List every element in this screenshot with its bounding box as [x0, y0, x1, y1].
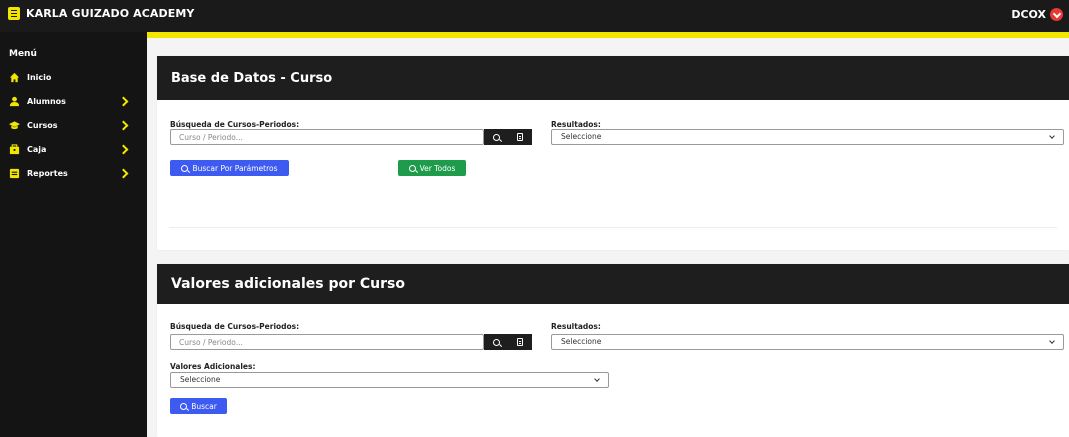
- user-name: DCOX: [1011, 8, 1046, 21]
- brand-name: KARLA GUIZADO ACADEMY: [26, 7, 195, 20]
- additional-values-select[interactable]: Seleccione: [170, 372, 609, 388]
- search-icon: [408, 164, 416, 172]
- brand[interactable]: KARLA GUIZADO ACADEMY: [8, 7, 194, 20]
- button-label: Ver Todos: [419, 163, 456, 173]
- search-button[interactable]: [484, 129, 508, 145]
- export-button[interactable]: [508, 129, 532, 145]
- user-icon: [9, 96, 20, 106]
- search-group: [170, 129, 532, 145]
- user-menu[interactable]: DCOX: [1011, 8, 1063, 21]
- sidebar-item-label: Reportes: [27, 168, 68, 178]
- cash-box-icon: [9, 143, 20, 154]
- sidebar: Menú Inicio Alumnos Cursos Caja Reportes: [0, 32, 147, 437]
- search-icon: [180, 402, 188, 410]
- chevron-right-icon: [118, 144, 129, 154]
- sidebar-item-reportes[interactable]: Reportes: [0, 165, 147, 181]
- chevron-down-icon[interactable]: [1050, 8, 1063, 21]
- additional-values-label: Valores Adicionales:: [170, 362, 256, 371]
- book-icon: [8, 7, 20, 20]
- course-period-search-input[interactable]: [170, 129, 484, 145]
- sidebar-item-inicio[interactable]: Inicio: [0, 69, 147, 85]
- card-header: Base de Datos - Curso: [157, 56, 1069, 100]
- search-label: Búsqueda de Cursos-Periodos:: [170, 322, 300, 331]
- chevron-right-icon: [118, 168, 129, 178]
- document-icon: [517, 133, 523, 141]
- course-period-search-input[interactable]: [170, 334, 484, 350]
- results-select[interactable]: Seleccione: [551, 129, 1064, 145]
- button-label: Buscar Por Parámetros: [192, 163, 278, 173]
- button-label: Buscar: [191, 401, 217, 411]
- additional-values-selected: Seleccione: [180, 375, 221, 384]
- sidebar-item-label: Alumnos: [27, 96, 66, 106]
- search-icon: [492, 133, 500, 141]
- search-icon: [492, 338, 500, 346]
- sidebar-item-label: Caja: [27, 144, 47, 154]
- chevron-down-icon: [594, 376, 600, 382]
- graduation-icon: [9, 120, 20, 129]
- chevron-right-icon: [118, 120, 129, 130]
- course-database-card: Base de Datos - Curso Búsqueda de Cursos…: [157, 56, 1069, 250]
- home-icon: [9, 72, 20, 82]
- results-select[interactable]: Seleccione: [551, 334, 1064, 350]
- sidebar-item-label: Inicio: [27, 72, 52, 82]
- search-icon: [181, 164, 189, 172]
- export-button[interactable]: [508, 334, 532, 350]
- accent-strip: [147, 32, 1069, 38]
- sidebar-item-label: Cursos: [27, 120, 58, 130]
- results-label: Resultados:: [551, 322, 601, 331]
- view-all-button[interactable]: Ver Todos: [398, 160, 466, 176]
- results-label: Resultados:: [551, 120, 601, 129]
- results-selected-value: Seleccione: [561, 337, 602, 346]
- sidebar-item-alumnos[interactable]: Alumnos: [0, 93, 147, 109]
- card-header: Valores adicionales por Curso: [157, 264, 1069, 304]
- search-label: Búsqueda de Cursos-Periodos:: [170, 120, 300, 129]
- card-title: Valores adicionales por Curso: [171, 276, 405, 292]
- sidebar-item-cursos[interactable]: Cursos: [0, 117, 147, 133]
- search-button-main[interactable]: Buscar: [170, 398, 227, 414]
- chevron-right-icon: [118, 96, 129, 106]
- sidebar-item-caja[interactable]: Caja: [0, 141, 147, 157]
- document-icon: [517, 338, 523, 346]
- results-selected-value: Seleccione: [561, 132, 602, 141]
- chevron-down-icon: [1049, 133, 1055, 139]
- card-title: Base de Datos - Curso: [171, 71, 333, 86]
- divider: [169, 227, 1057, 228]
- chevron-down-icon: [1049, 338, 1055, 344]
- search-by-parameters-button[interactable]: Buscar Por Parámetros: [170, 160, 289, 176]
- report-icon: [9, 168, 20, 178]
- menu-title: Menú: [9, 49, 37, 59]
- top-bar: KARLA GUIZADO ACADEMY DCOX: [0, 0, 1069, 32]
- search-group: [170, 334, 532, 350]
- search-button[interactable]: [484, 334, 508, 350]
- additional-values-card: Valores adicionales por Curso Búsqueda d…: [157, 264, 1069, 437]
